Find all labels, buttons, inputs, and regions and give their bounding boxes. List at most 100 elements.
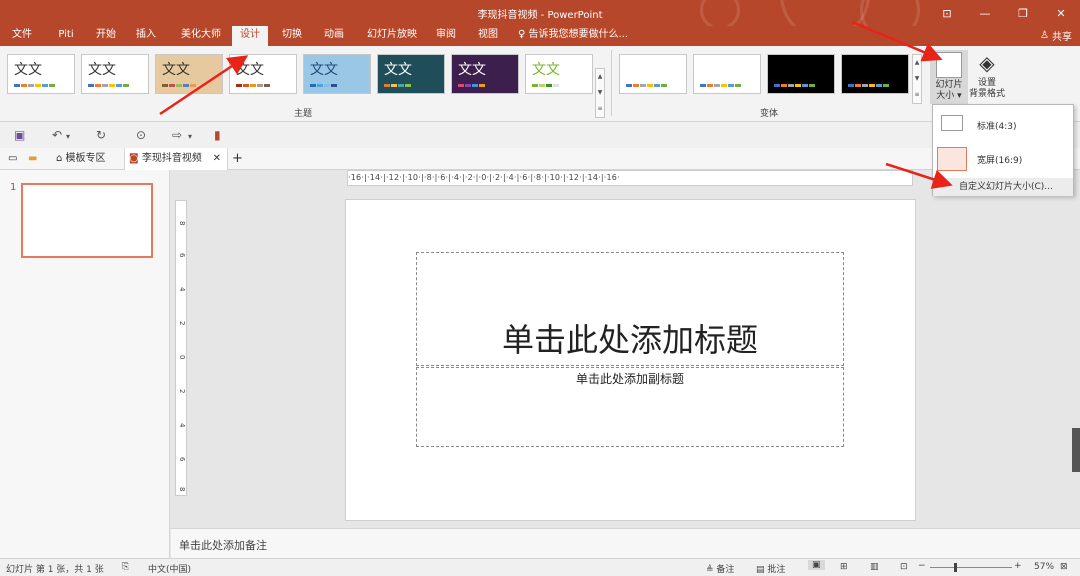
language-indicator[interactable]: 中文(中国) (148, 562, 191, 575)
close-tab-icon[interactable]: ✕ (213, 148, 221, 170)
notes-pane[interactable]: 单击此处添加备注 (171, 528, 1080, 558)
quick-access-toolbar: ▣ ↶ ▾ ↻ ⊙ ⇨ ▾ ▮ (0, 122, 1080, 148)
dropdown-icon[interactable]: ▾ (188, 132, 192, 141)
minimize-button[interactable]: — (966, 0, 1004, 26)
tab-piti[interactable]: Piti (48, 26, 84, 46)
chevron-down-icon: ▼ (597, 89, 603, 96)
notes-icon: ≜ (706, 565, 714, 575)
tab-beautify[interactable]: 美化大师 (174, 26, 228, 46)
notes-button[interactable]: ≜ 备注 (706, 562, 734, 575)
new-file-icon[interactable]: ▭ (8, 148, 17, 170)
ruler-v-label: 6 (178, 457, 186, 462)
variant-thumbnail[interactable] (841, 54, 909, 94)
slide-size-label-2: 大小 (936, 91, 955, 101)
share-button[interactable]: ♙ 共享 (1040, 28, 1072, 43)
tab-animations[interactable]: 动画 (316, 26, 352, 46)
comment-icon: ▤ (756, 565, 765, 575)
slide-size-widescreen[interactable]: 宽屏(16:9) (933, 145, 1073, 175)
comments-label: 批注 (767, 565, 786, 575)
lightbulb-icon: ♀ (518, 29, 526, 40)
chart-icon[interactable]: ▮ (214, 128, 221, 142)
document-tab-label: 李现抖音视频 (141, 153, 202, 164)
slide-size-standard[interactable]: 标准(4:3) (933, 113, 1073, 141)
powerpoint-icon: ◙ (129, 153, 139, 164)
new-tab-icon[interactable]: + (232, 148, 243, 170)
ruler-v-label: 0 (178, 355, 186, 360)
title-bar: 李现抖音视频 - PowerPoint ⊡ — ❐ ✕ (0, 0, 1080, 40)
horizontal-ruler: ·16·|·14·|·12·|·10·|·8·|·6·|·4·|·2·|·0·|… (347, 170, 913, 186)
variants-gallery-scroll[interactable]: ▲ ▼ ≡ (912, 54, 922, 104)
tab-slideshow[interactable]: 幻灯片放映 (362, 26, 422, 46)
widescreen-label: 宽屏(16:9) (977, 156, 1023, 166)
vertical-ruler: 8 6 4 2 0 2 4 6 8 (175, 200, 187, 496)
slide-size-button[interactable]: 幻灯片 大小 ▾ (930, 50, 968, 104)
theme-thumbnail[interactable]: 文文 (377, 54, 445, 94)
group-divider (611, 50, 612, 116)
format-background-button[interactable]: ◈ 设置 背景格式 (966, 50, 1008, 100)
tell-me-text: 告诉我您想要做什么... (528, 29, 629, 40)
tab-document[interactable]: ◙ 李现抖音视频 ✕ (124, 148, 228, 170)
ribbon-display-button[interactable]: ⊡ (928, 0, 966, 26)
spell-check-icon[interactable]: ⎘ (122, 562, 129, 572)
ruler-v-label: 4 (178, 423, 186, 428)
tab-view[interactable]: 视图 (470, 26, 506, 46)
slide-canvas[interactable]: 单击此处添加标题 单击此处添加副标题 (345, 199, 916, 521)
person-icon: ♙ (1040, 30, 1049, 41)
variant-thumbnail[interactable] (619, 54, 687, 94)
zoom-out-button[interactable]: − (918, 561, 926, 571)
slide-info: 幻灯片 第 1 张，共 1 张 (6, 565, 104, 575)
notes-label: 备注 (716, 565, 735, 575)
more-icon: ≡ (597, 105, 603, 112)
standard-ratio-icon (941, 115, 963, 131)
zoom-slider-thumb[interactable] (954, 563, 957, 572)
tab-transitions[interactable]: 切换 (274, 26, 310, 46)
themes-group-label: 主题 (294, 109, 313, 119)
fit-slide-icon[interactable]: ⊠ (1060, 562, 1068, 572)
zoom-level[interactable]: 57% (1034, 562, 1054, 572)
chevron-up-icon: ▲ (914, 59, 920, 66)
theme-thumbnail[interactable]: 文文 (525, 54, 593, 94)
themes-gallery-scroll[interactable]: ▲ ▼ ≡ (595, 68, 605, 118)
format-painter-icon[interactable]: ⇨ (172, 128, 182, 142)
undo-dropdown-icon[interactable]: ▾ (66, 132, 70, 141)
scrollbar-handle[interactable] (1072, 428, 1080, 472)
title-placeholder[interactable]: 单击此处添加标题 (416, 252, 844, 366)
start-slideshow-icon[interactable]: ⊙ (136, 128, 146, 142)
variant-thumbnail[interactable] (693, 54, 761, 94)
ruler-v-label: 4 (178, 287, 186, 292)
tab-review[interactable]: 审阅 (428, 26, 464, 46)
undo-icon[interactable]: ↶ (52, 128, 62, 142)
slide-thumbnail[interactable] (21, 183, 153, 258)
close-button[interactable]: ✕ (1042, 0, 1080, 26)
tab-home[interactable]: 开始 (88, 26, 124, 46)
slideshow-view-icon[interactable]: ⊡ (900, 562, 908, 572)
variant-thumbnail[interactable] (767, 54, 835, 94)
theme-thumbnail[interactable]: 文文 (451, 54, 519, 94)
theme-thumbnail[interactable]: 文文 (81, 54, 149, 94)
format-bg-label-2: 背景格式 (968, 89, 1005, 99)
redo-icon[interactable]: ↻ (96, 128, 106, 142)
save-icon[interactable]: ▣ (14, 128, 25, 142)
tab-template-zone[interactable]: ⌂ 模板专区 (50, 148, 112, 170)
tab-design[interactable]: 设计 (232, 26, 268, 46)
tab-insert[interactable]: 插入 (128, 26, 164, 46)
comments-button[interactable]: ▤ 批注 (756, 562, 785, 575)
theme-thumbnail[interactable]: 文文 (155, 54, 223, 94)
tab-file[interactable]: 文件 (4, 26, 40, 46)
normal-view-icon[interactable]: ▣ (808, 560, 825, 570)
ribbon-tabs: 文件 Piti 开始 插入 美化大师 设计 切换 动画 幻灯片放映 审阅 视图 … (0, 26, 1080, 46)
chevron-down-icon: ▼ (914, 75, 920, 82)
zoom-in-button[interactable]: + (1014, 561, 1022, 571)
subtitle-placeholder[interactable]: 单击此处添加副标题 (416, 367, 844, 447)
reading-view-icon[interactable]: ▥ (870, 562, 879, 572)
theme-thumbnail[interactable]: 文文 (229, 54, 297, 94)
theme-thumbnail[interactable]: 文文 (303, 54, 371, 94)
custom-slide-size-item[interactable]: 自定义幻灯片大小(C)... (933, 178, 1073, 196)
folder-icon[interactable]: ▬ (28, 148, 37, 170)
maximize-button[interactable]: ❐ (1004, 0, 1042, 26)
zoom-slider[interactable] (930, 563, 1012, 572)
slide-sorter-icon[interactable]: ⊞ (840, 562, 848, 572)
theme-thumbnail[interactable]: 文文 (7, 54, 75, 94)
tell-me-search[interactable]: ♀ 告诉我您想要做什么... (518, 26, 638, 46)
slide-editing-area: ·16·|·14·|·12·|·10·|·8·|·6·|·4·|·2·|·0·|… (171, 170, 1080, 528)
